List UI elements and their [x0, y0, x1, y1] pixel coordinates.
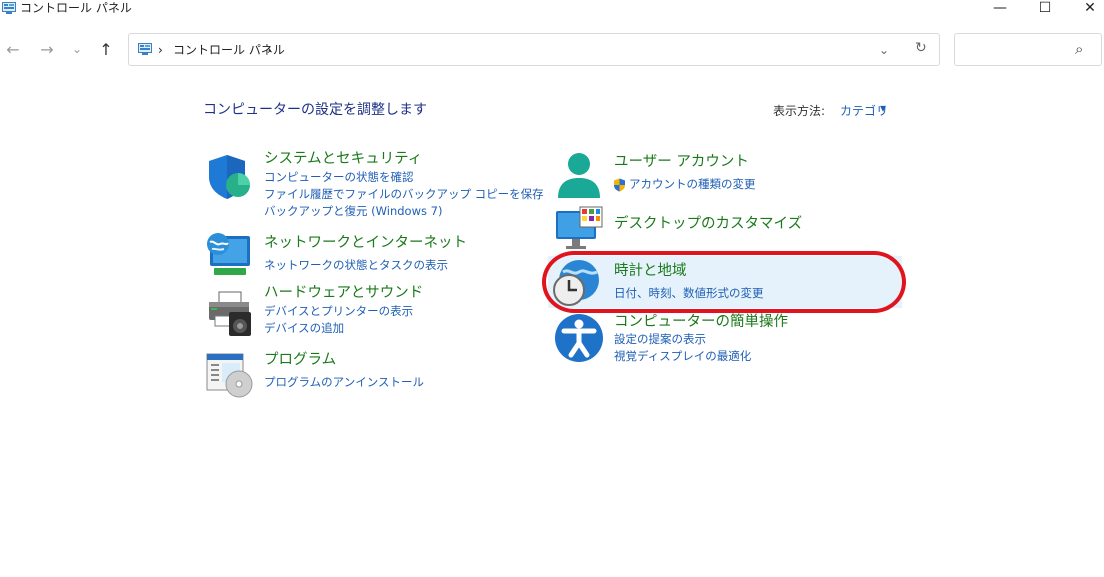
link-backup-restore[interactable]: バックアップと復元 (Windows 7) [264, 203, 442, 220]
category-hardware-sound[interactable]: ハードウェアとサウンド [264, 284, 423, 302]
link-network-status[interactable]: ネットワークの状態とタスクの表示 [264, 257, 448, 274]
page-title: コンピューターの設定を調整します [203, 102, 427, 118]
link-optimize-display[interactable]: 視覚ディスプレイの最適化 [614, 348, 751, 365]
printer-speaker-icon [209, 291, 251, 336]
forward-button[interactable]: → [36, 38, 58, 60]
maximize-icon: ☐ [1038, 0, 1052, 16]
close-button[interactable]: ✕ [1070, 0, 1104, 16]
view-by-label: 表示方法: [773, 104, 826, 118]
link-change-account-type[interactable]: アカウントの種類の変更 [629, 176, 756, 193]
link-uninstall-program[interactable]: プログラムのアンインストール [264, 374, 424, 391]
link-suggested-settings[interactable]: 設定の提案の表示 [614, 331, 706, 348]
minimize-button[interactable]: — [980, 0, 1020, 16]
accessibility-icon [555, 314, 603, 362]
back-button[interactable]: ← [2, 38, 24, 60]
refresh-icon[interactable]: ↻ [915, 40, 927, 56]
user-account-icon [558, 153, 600, 198]
network-globe-icon [207, 233, 250, 275]
arrow-up-icon: ↑ [99, 39, 113, 59]
maximize-button[interactable]: ☐ [1025, 0, 1065, 16]
category-programs[interactable]: プログラム [264, 351, 336, 369]
link-devices-printers[interactable]: デバイスとプリンターの表示 [264, 303, 413, 320]
address-bar[interactable]: › コントロール パネル › ⌄ ↻ [128, 33, 940, 66]
annotation-highlight-ring [542, 251, 906, 313]
control-panel-icon [2, 2, 16, 14]
link-check-status[interactable]: コンピューターの状態を確認 [264, 169, 414, 186]
programs-disc-icon [206, 353, 253, 398]
uac-shield-icon [614, 178, 625, 192]
desktop-customize-icon [556, 206, 603, 249]
window-title: コントロール パネル [20, 1, 132, 15]
chevron-down-icon: ⌄ [71, 42, 83, 56]
arrow-right-icon: → [40, 39, 54, 59]
shield-icon [209, 155, 250, 199]
category-system-security[interactable]: システムとセキュリティ [264, 150, 422, 168]
link-file-history[interactable]: ファイル履歴でファイルのバックアップ コピーを保存 [264, 186, 544, 203]
link-add-device[interactable]: デバイスの追加 [264, 320, 344, 337]
recent-locations-button[interactable]: ⌄ [66, 38, 88, 60]
up-button[interactable]: ↑ [95, 38, 117, 60]
address-dropdown-icon[interactable]: ⌄ [879, 42, 889, 58]
search-icon[interactable]: ⌕ [1075, 40, 1083, 58]
category-ease-of-access[interactable]: コンピューターの簡単操作 [614, 313, 788, 331]
breadcrumb-separator-icon[interactable]: › [267, 42, 272, 58]
category-user-accounts[interactable]: ユーザー アカウント [614, 153, 749, 171]
title-bar: コントロール パネル — ☐ ✕ [0, 0, 1104, 18]
control-panel-icon [138, 43, 152, 55]
search-box[interactable]: ⌕ [954, 33, 1102, 66]
arrow-left-icon: ← [6, 39, 20, 59]
category-desktop-customization[interactable]: デスクトップのカスタマイズ [614, 215, 802, 233]
breadcrumb-separator-icon[interactable]: › [158, 42, 163, 58]
minimize-icon: — [993, 0, 1007, 16]
close-icon: ✕ [1084, 0, 1096, 16]
chevron-down-icon[interactable]: ▾ [880, 101, 886, 115]
search-input[interactable] [961, 40, 1075, 60]
category-network-internet[interactable]: ネットワークとインターネット [264, 234, 467, 252]
